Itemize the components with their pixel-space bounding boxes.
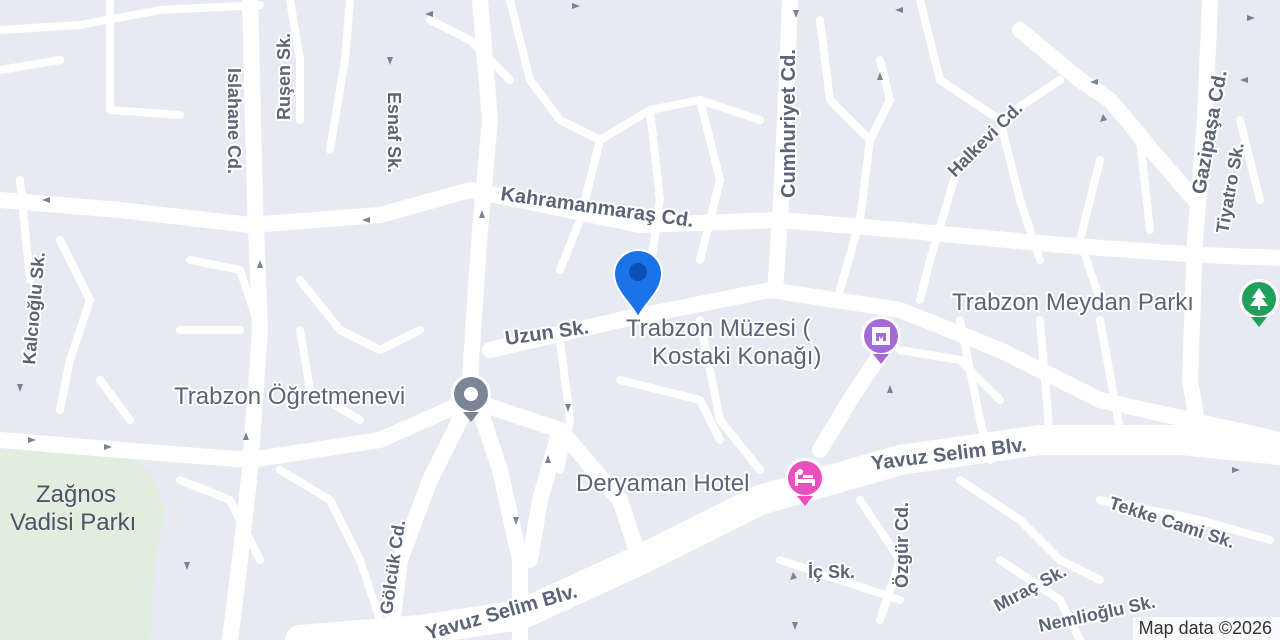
street-label-kahramanmaras[interactable]: Kahramanmaraş Cd. <box>497 181 697 234</box>
street-label-ozgur[interactable]: Özgür Cd. <box>890 500 914 590</box>
street-label-tiyatro[interactable]: Tiyatro Sk. <box>1210 139 1250 237</box>
park-tree-icon[interactable] <box>1239 279 1279 327</box>
street-label-rusen[interactable]: Ruşen Sk. <box>272 31 296 122</box>
map-canvas[interactable]: Kahramanmaraş Cd. Cumhuriyet Cd. Islahan… <box>0 0 1280 640</box>
map-svg: Kahramanmaraş Cd. Cumhuriyet Cd. Islahan… <box>0 0 1280 640</box>
street-label-esnaf[interactable]: Esnaf Sk. <box>382 90 406 175</box>
poi-label-meydan-parki[interactable]: Trabzon Meydan Parkı <box>950 287 1196 318</box>
poi-label-muzesi-line1[interactable]: Trabzon Müzesi ( <box>624 313 813 344</box>
street-label-kalcioglu[interactable]: Kalcıoğlu Sk. <box>17 249 51 367</box>
street-label-ic[interactable]: İç Sk. <box>806 560 857 584</box>
park-label-zagnos-line2[interactable]: Vadisi Parkı <box>9 508 138 538</box>
street-label-cumhuriyet[interactable]: Cumhuriyet Cd. <box>776 47 802 200</box>
street-label-islahane[interactable]: Islahane Cd. <box>222 66 246 176</box>
poi-label-muzesi-line2[interactable]: Kostaki Konağı) <box>650 341 823 372</box>
park-label-zagnos-line1[interactable]: Zağnos <box>35 480 118 510</box>
poi-label-ogretmenevi[interactable]: Trabzon Öğretmenevi <box>172 381 407 412</box>
map-attribution[interactable]: Map data ©2026 <box>1132 617 1280 640</box>
park-area <box>0 448 165 640</box>
poi-label-deryaman[interactable]: Deryaman Hotel <box>574 468 751 499</box>
street-label-mirac[interactable]: Mıraç Sk. <box>988 559 1071 618</box>
museum-icon[interactable] <box>861 316 901 364</box>
